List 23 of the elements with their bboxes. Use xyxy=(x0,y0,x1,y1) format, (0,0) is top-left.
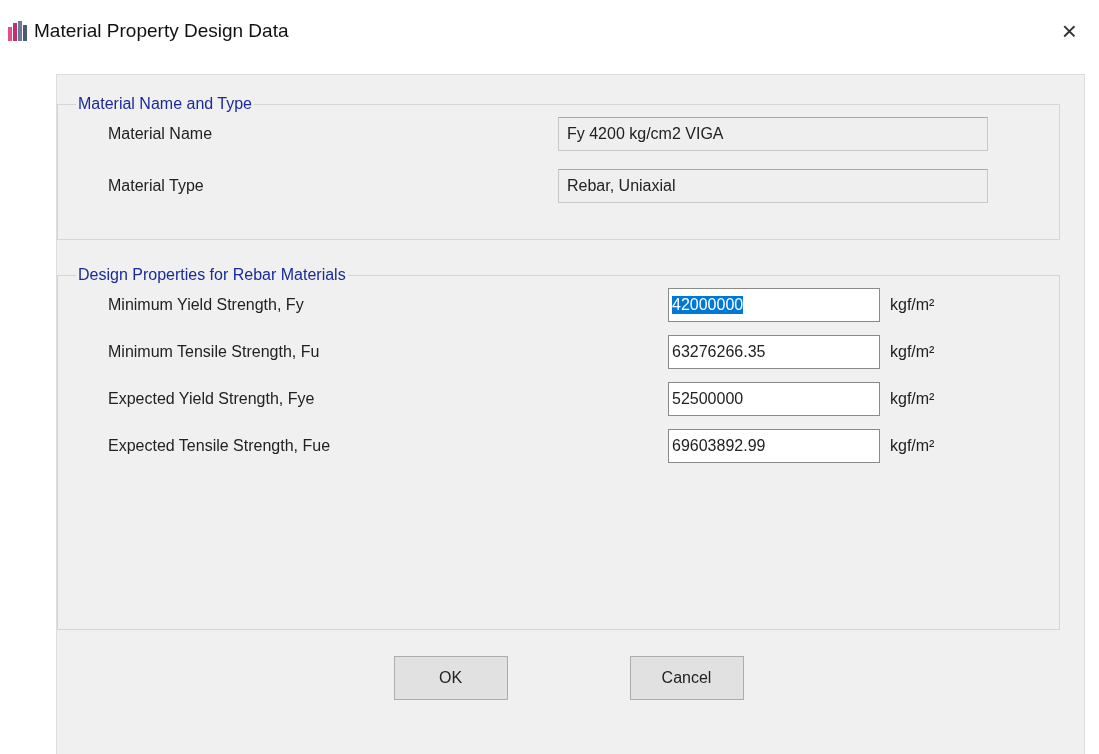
field-label: Material Type xyxy=(108,177,205,195)
unit-label: kgf/m² xyxy=(890,437,936,455)
unit-label: kgf/m² xyxy=(890,296,936,314)
group-title: Design Properties for Rebar Materials xyxy=(77,266,347,284)
field-label: Expected Tensile Strength, Fue xyxy=(108,437,332,455)
input-field[interactable]: 69603892.99 xyxy=(668,429,880,463)
dialog-button[interactable]: OK xyxy=(393,656,508,700)
unit-label: kgf/m² xyxy=(890,390,936,408)
field-label: Minimum Yield Strength, Fy xyxy=(108,296,305,314)
field-label: Material Name xyxy=(108,125,214,143)
app-icon xyxy=(8,21,28,41)
field-label: Minimum Tensile Strength, Fu xyxy=(108,343,321,361)
group-title: Material Name and Type xyxy=(77,95,253,113)
dialog-button[interactable]: Cancel xyxy=(629,656,744,700)
unit-label: kgf/m² xyxy=(890,343,936,361)
input-field[interactable]: 42000000 xyxy=(668,288,880,322)
field-label: Expected Yield Strength, Fye xyxy=(108,390,316,408)
close-button[interactable]: × xyxy=(1051,15,1087,47)
input-field[interactable]: 52500000 xyxy=(668,382,880,416)
window-title: Material Property Design Data xyxy=(34,20,289,42)
readonly-field: Rebar, Uniaxial xyxy=(558,169,988,203)
readonly-field: Fy 4200 kg/cm2 VIGA xyxy=(558,117,988,151)
input-field[interactable]: 63276266.35 xyxy=(668,335,880,369)
